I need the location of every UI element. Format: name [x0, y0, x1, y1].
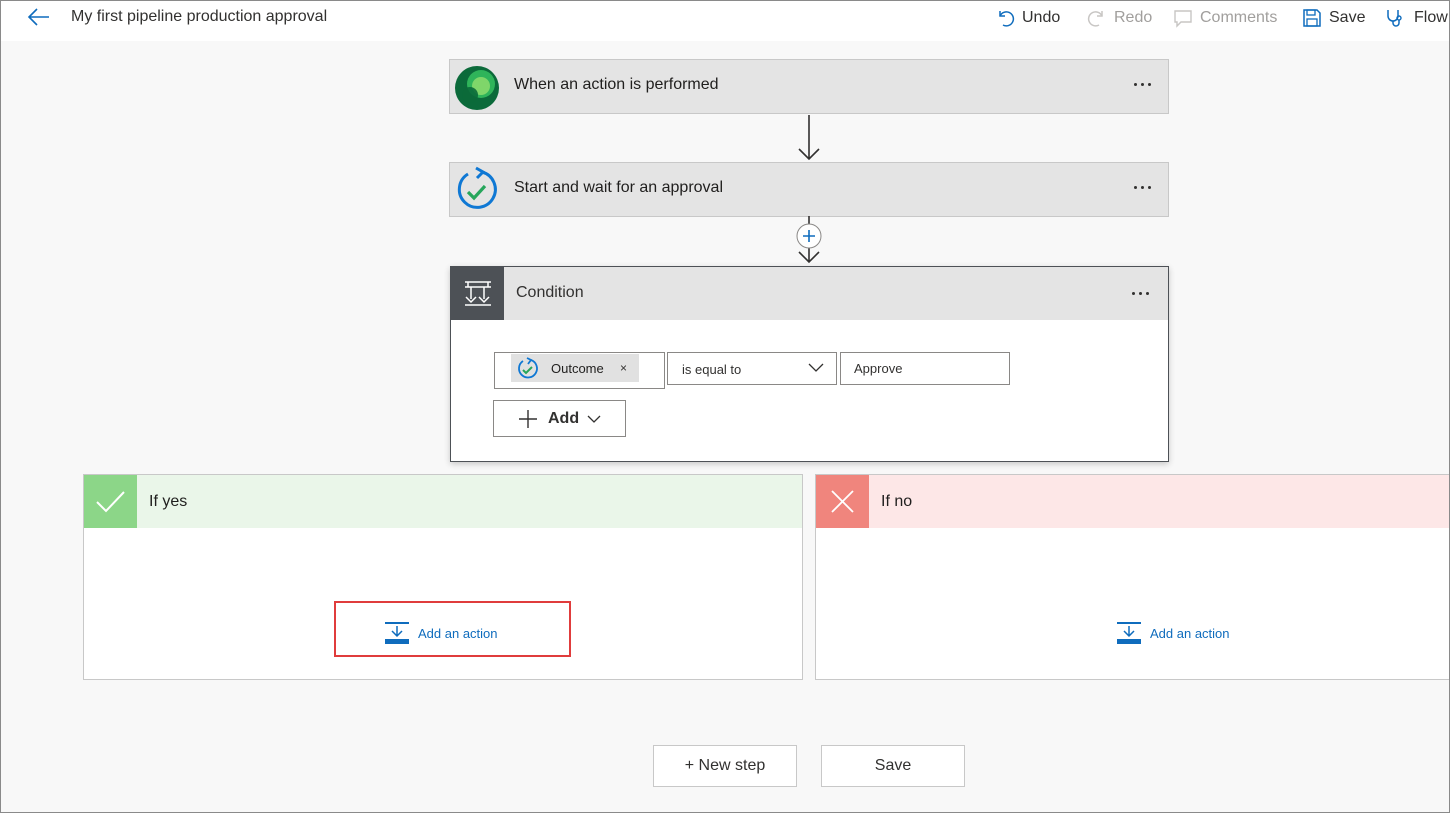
approval-card[interactable]: Start and wait for an approval	[449, 162, 1169, 217]
comments-button[interactable]: Comments	[1173, 7, 1277, 29]
back-arrow-icon	[27, 8, 49, 26]
add-action-icon	[1117, 622, 1141, 644]
redo-button[interactable]: Redo	[1087, 7, 1152, 29]
trigger-card[interactable]: When an action is performed	[449, 59, 1169, 114]
comments-label: Comments	[1200, 9, 1278, 26]
chevron-down-icon	[808, 363, 824, 372]
add-row-label: Add	[548, 409, 580, 427]
flow-checker-button[interactable]: Flow	[1385, 7, 1448, 29]
highlight-box	[334, 601, 571, 657]
condition-card: Condition Outcome × is equal to Approve …	[450, 266, 1169, 462]
if-no-branch: If no Add an action	[815, 474, 1450, 680]
flow-title: My first pipeline production approval	[71, 8, 328, 25]
condition-value-field[interactable]: Approve	[840, 352, 1010, 385]
redo-icon	[1087, 11, 1103, 27]
save-toolbar-label: Save	[1329, 9, 1366, 26]
condition-operand-field[interactable]: Outcome ×	[494, 352, 665, 389]
new-step-button[interactable]: + New step	[653, 745, 797, 787]
remove-token-icon[interactable]: ×	[620, 361, 627, 375]
comment-icon	[1174, 10, 1192, 28]
if-yes-title: If yes	[149, 493, 188, 510]
approval-icon	[457, 166, 497, 209]
if-no-add-action-label: Add an action	[1150, 625, 1230, 641]
chevron-down-icon	[587, 415, 601, 423]
if-yes-header[interactable]: If yes	[84, 475, 802, 528]
insert-step-plus-icon[interactable]	[795, 216, 823, 266]
redo-label: Redo	[1114, 9, 1153, 26]
condition-label: Condition	[516, 284, 584, 301]
save-disk-icon	[1303, 9, 1321, 27]
dataverse-icon	[455, 66, 499, 110]
undo-label: Undo	[1022, 9, 1061, 26]
plus-icon	[519, 409, 537, 428]
flow-checker-label: Flow	[1414, 9, 1448, 26]
approval-label: Start and wait for an approval	[514, 179, 724, 196]
approval-token-icon	[518, 357, 538, 379]
designer-toolbar: My first pipeline production approval Un…	[1, 1, 1449, 41]
undo-icon	[999, 11, 1015, 27]
condition-icon	[451, 267, 504, 320]
save-toolbar-button[interactable]: Save	[1302, 7, 1365, 29]
condition-more-menu[interactable]	[1126, 281, 1154, 305]
checkmark-icon	[84, 475, 137, 528]
condition-value: Approve	[854, 361, 903, 376]
add-row-button[interactable]: Add	[493, 400, 626, 437]
stethoscope-icon	[1387, 10, 1402, 27]
if-no-title: If no	[881, 493, 913, 510]
save-button[interactable]: Save	[821, 745, 965, 787]
close-icon	[816, 475, 869, 528]
back-button[interactable]	[27, 7, 55, 29]
condition-header[interactable]: Condition	[451, 267, 1168, 320]
undo-button[interactable]: Undo	[995, 7, 1060, 29]
outcome-token-label: Outcome	[551, 360, 604, 376]
trigger-label: When an action is performed	[514, 76, 719, 93]
operator-dropdown[interactable]: is equal to	[667, 352, 837, 385]
approval-more-menu[interactable]	[1128, 175, 1156, 199]
outcome-token[interactable]: Outcome ×	[511, 354, 639, 382]
connector-arrow-icon	[798, 115, 820, 161]
if-no-header[interactable]: If no	[816, 475, 1450, 528]
if-no-add-action-button[interactable]: Add an action	[1116, 621, 1230, 645]
operator-value: is equal to	[682, 362, 742, 377]
trigger-more-menu[interactable]	[1128, 72, 1156, 96]
